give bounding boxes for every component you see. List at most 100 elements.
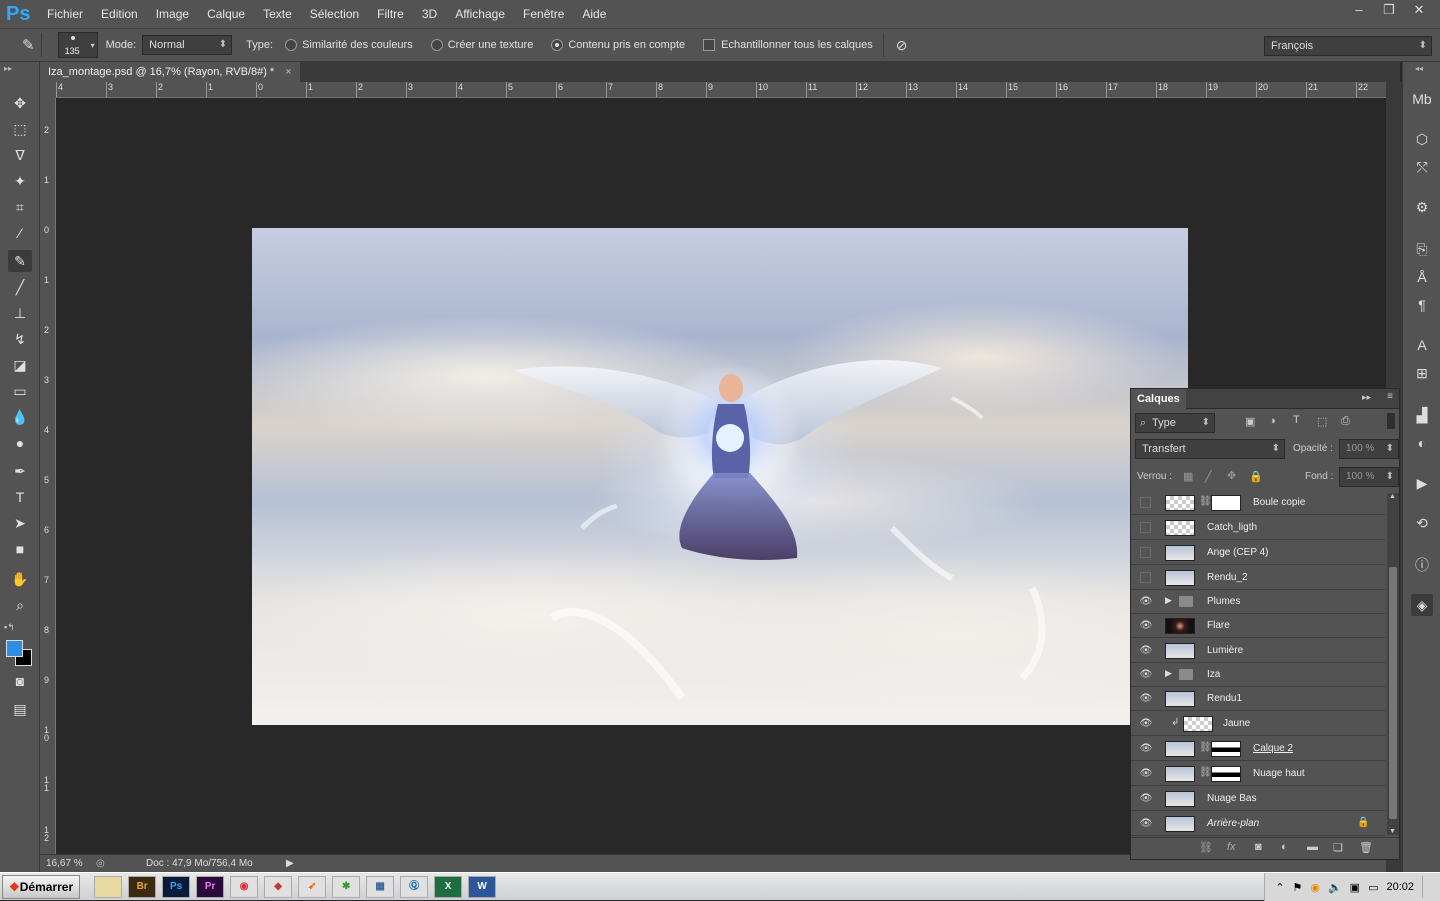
zoom-level[interactable]: 16,67 % [46, 855, 83, 872]
link-icon[interactable]: ⛓ [1199, 496, 1212, 507]
calculator-taskbar-icon[interactable]: ▦ [366, 875, 395, 898]
collapse-dock-icon[interactable]: ◂◂ [1415, 64, 1423, 73]
status-menu-icon[interactable]: ◎ [96, 855, 105, 872]
character-style-icon[interactable]: Å [1411, 266, 1433, 288]
3d-icon[interactable]: ⬡ [1411, 128, 1433, 150]
blend-mode-select[interactable]: Transfert [1135, 439, 1285, 459]
filter-type-icon[interactable]: T [1293, 414, 1300, 426]
premiere-taskbar-icon[interactable]: Pr [196, 875, 225, 898]
foreground-color-swatch[interactable] [6, 640, 23, 657]
menu-calque[interactable]: Calque [198, 0, 254, 28]
quick-mask-icon[interactable]: ◙ [8, 670, 32, 692]
flag-icon[interactable]: ⚑ [1292, 881, 1302, 894]
move-tool-icon[interactable]: ✥ [8, 92, 32, 114]
minimize-button[interactable]: – [1346, 0, 1372, 20]
type-tool-icon[interactable]: T [8, 486, 32, 508]
character-icon[interactable]: A [1411, 334, 1433, 356]
chrome-taskbar-icon[interactable]: ◉ [230, 875, 259, 898]
collapse-icon[interactable]: ▸▸ [4, 64, 12, 73]
layer-mask-thumbnail[interactable] [1211, 741, 1241, 757]
eye-icon[interactable]: 👁 [1139, 743, 1153, 755]
panel-menu-icon[interactable]: ≡ [1387, 391, 1393, 402]
language-select[interactable]: François [1264, 36, 1432, 56]
layer-row-lumiere[interactable]: 👁 Lumière [1131, 639, 1385, 663]
layer-row-nuage-haut[interactable]: 👁 ⛓ Nuage haut [1131, 762, 1385, 786]
eye-icon[interactable]: 👁 [1139, 793, 1153, 805]
menu-aide[interactable]: Aide [573, 0, 615, 28]
menu-fenetre[interactable]: Fenêtre [514, 0, 573, 28]
menu-edition[interactable]: Edition [92, 0, 147, 28]
brush-preset-picker[interactable]: 135 ▾ [57, 32, 98, 58]
layer-row-boule-copie[interactable]: ⛓ Boule copie [1131, 491, 1385, 515]
gradient-tool-icon[interactable]: ▭ [8, 380, 32, 402]
histogram-icon[interactable]: ▟ [1411, 404, 1433, 426]
lasso-tool-icon[interactable]: ᐁ [8, 144, 32, 166]
magic-wand-icon[interactable]: ✦ [8, 170, 32, 192]
hand-tool-icon[interactable]: ✋ [8, 568, 32, 590]
expand-arrow-icon[interactable]: ▶ [1165, 595, 1172, 606]
layer-row-iza[interactable]: 👁 ▶ Iza [1131, 663, 1385, 687]
actions-play-icon[interactable]: ▶ [1411, 472, 1433, 494]
app-taskbar-icon-3[interactable]: ✱ [332, 875, 361, 898]
opacity-input[interactable]: 100 % [1339, 439, 1399, 459]
history-brush-icon[interactable]: ↯ [8, 328, 32, 350]
eye-icon[interactable]: 👁 [1139, 596, 1153, 608]
dodge-tool-icon[interactable]: ● [8, 432, 32, 454]
clock[interactable]: 20:02 [1386, 881, 1414, 893]
radio-contenu[interactable] [551, 39, 564, 51]
blur-tool-icon[interactable]: 💧 [8, 406, 32, 428]
delete-layer-icon[interactable]: 🗑 [1359, 841, 1373, 854]
menu-3d[interactable]: 3D [413, 0, 446, 28]
menu-texte[interactable]: Texte [254, 0, 301, 28]
lock-all-icon[interactable]: 🔒 [1249, 470, 1263, 483]
fill-input[interactable]: 100 % [1339, 467, 1399, 487]
eye-icon[interactable]: 👁 [1139, 818, 1153, 830]
mini-bridge-icon[interactable]: Mb [1411, 88, 1433, 110]
layers-scrollbar[interactable]: ▲ ▼ [1387, 493, 1399, 835]
crop-tool-icon[interactable]: ⌗ [8, 196, 32, 218]
new-group-icon[interactable]: ▬ [1307, 841, 1318, 853]
layer-mask-thumbnail[interactable] [1211, 766, 1241, 782]
eye-icon[interactable]: 👁 [1139, 669, 1153, 681]
collapse-panel-icon[interactable]: ▸▸ [1362, 392, 1371, 403]
close-tab-icon[interactable]: × [285, 66, 291, 78]
layer-row-flare[interactable]: 👁 Flare [1131, 614, 1385, 638]
measure-icon[interactable]: ⊞ [1411, 362, 1433, 384]
filter-shape-icon[interactable]: ⬚ [1317, 415, 1327, 428]
pen-tool-icon[interactable]: ✒ [8, 460, 32, 482]
link-icon[interactable]: ⛓ [1199, 767, 1212, 778]
layer-mask-thumbnail[interactable] [1211, 495, 1241, 511]
mode-select[interactable]: Normal [142, 35, 233, 55]
radio-similarite[interactable] [285, 39, 298, 51]
app-taskbar-icon-4[interactable]: Ⓠ [400, 875, 429, 898]
start-button[interactable]: ❖Démarrer [2, 874, 81, 899]
default-colors-icon[interactable]: ▪↰ [4, 622, 15, 633]
shape-tool-icon[interactable]: ■ [8, 538, 32, 560]
eye-icon[interactable]: 👁 [1139, 718, 1153, 730]
link-layers-icon[interactable]: ⛓ [1199, 841, 1213, 854]
screen-mode-icon[interactable]: ▤ [8, 698, 32, 720]
history-icon[interactable]: ⟲ [1411, 512, 1433, 534]
layer-row-arriere-plan[interactable]: 👁 Arrière-plan 🔒 [1131, 812, 1385, 836]
stamp-tool-icon[interactable]: ⊥ [8, 302, 32, 324]
photoshop-taskbar-icon[interactable]: Ps [162, 875, 191, 898]
spot-healing-brush-icon[interactable]: ✎ [22, 36, 35, 54]
healing-brush-icon[interactable]: ✎ [8, 250, 32, 272]
new-layer-icon[interactable]: ❏ [1333, 841, 1343, 854]
horizontal-ruler[interactable]: 4 3 2 1 0 1 2 3 4 5 6 7 8 9 10 11 12 13 14 15 16 17 18 19 20 21 22 [56, 82, 1386, 98]
explorer-taskbar-icon[interactable] [94, 875, 123, 898]
filter-adjust-icon[interactable]: ◑ [1269, 415, 1276, 427]
fx-icon[interactable]: fx [1227, 841, 1236, 853]
filter-toggle[interactable] [1387, 413, 1395, 429]
filter-kind-select[interactable]: ⌕ Type [1135, 413, 1215, 433]
app-taskbar-icon-2[interactable]: ➶ [298, 875, 327, 898]
layer-row-catch-ligth[interactable]: Catch_ligth [1131, 516, 1385, 540]
eye-icon[interactable]: 👁 [1139, 768, 1153, 780]
eye-icon[interactable]: 👁 [1139, 693, 1153, 705]
layer-row-nuage-bas[interactable]: 👁 Nuage Bas [1131, 787, 1385, 811]
link-icon[interactable]: ⛓ [1199, 742, 1212, 753]
expand-arrow-icon[interactable]: ▶ [1165, 668, 1172, 679]
properties-icon[interactable]: ⚙ [1411, 196, 1433, 218]
restore-button[interactable]: ❐ [1376, 0, 1402, 20]
clone-source-icon[interactable]: ⎘ [1411, 238, 1433, 260]
